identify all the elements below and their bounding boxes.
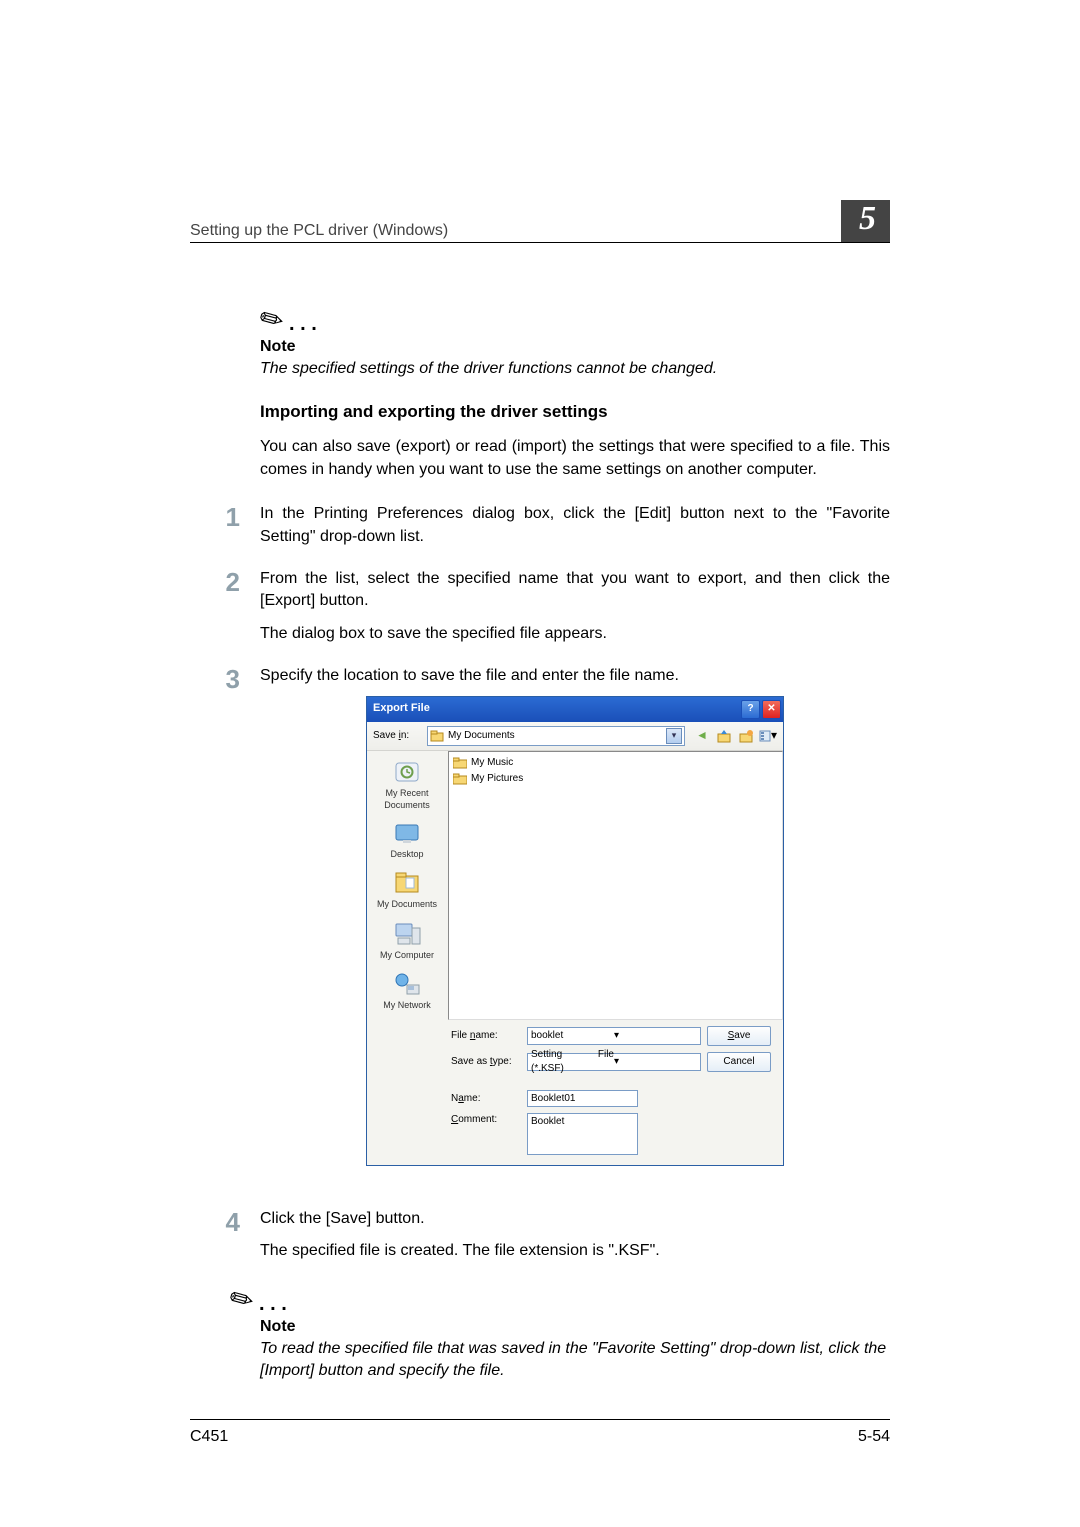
- list-item[interactable]: My Pictures: [453, 772, 778, 786]
- note-label: Note: [260, 338, 890, 356]
- file-list[interactable]: My Music My Pictures: [448, 751, 783, 1021]
- section-heading: Importing and exporting the driver setti…: [260, 402, 890, 422]
- note-icon: ✎ . . .: [260, 303, 890, 336]
- step-number: 4: [190, 1208, 240, 1263]
- savetype-label: Save as type:: [451, 1055, 521, 1069]
- page-header: Setting up the PCL driver (Windows) 5: [190, 200, 890, 243]
- cancel-button[interactable]: Cancel: [707, 1052, 771, 1072]
- new-folder-icon[interactable]: [737, 727, 755, 745]
- place-mynetwork[interactable]: My Network: [383, 969, 431, 1014]
- chevron-down-icon: ▾: [666, 728, 682, 744]
- mynetwork-icon: [392, 971, 422, 997]
- filename-input[interactable]: booklet ▾: [527, 1027, 701, 1045]
- comment-label: Comment:: [451, 1113, 521, 1127]
- note-icon: ✎ . . .: [230, 1283, 890, 1316]
- filename-value: booklet: [531, 1029, 614, 1043]
- place-label: Desktop: [390, 848, 423, 861]
- mydocuments-icon: [392, 870, 422, 896]
- comment-input[interactable]: [527, 1113, 638, 1155]
- header-title: Setting up the PCL driver (Windows): [190, 222, 448, 240]
- section-intro: You can also save (export) or read (impo…: [260, 436, 890, 481]
- folder-icon: [453, 773, 467, 785]
- chevron-down-icon: ▾: [614, 1055, 697, 1069]
- views-icon[interactable]: ▾: [759, 727, 777, 745]
- name-field-label: Name:: [451, 1092, 521, 1106]
- save-in-label: Save in:: [373, 729, 421, 743]
- places-bar: My Recent Documents Desktop My Documents: [367, 751, 448, 1021]
- filename-label: File name:: [451, 1029, 521, 1043]
- step-text: Specify the location to save the file an…: [260, 665, 890, 687]
- step-text: From the list, select the specified name…: [260, 568, 890, 613]
- place-label: My Recent Documents: [367, 787, 447, 812]
- name-input[interactable]: [527, 1090, 638, 1107]
- step-number: 2: [190, 568, 240, 645]
- place-recent[interactable]: My Recent Documents: [367, 757, 447, 814]
- chevron-down-icon: ▾: [614, 1029, 697, 1043]
- mycomputer-icon: [392, 921, 422, 947]
- place-label: My Computer: [380, 949, 434, 962]
- folder-icon: [430, 729, 444, 743]
- list-item-label: My Pictures: [471, 772, 523, 786]
- page-footer: C451 5-54: [190, 1419, 890, 1446]
- step-subtext: The dialog box to save the specified fil…: [260, 623, 890, 645]
- step-1: 1 In the Printing Preferences dialog box…: [190, 503, 890, 548]
- save-button[interactable]: Save: [707, 1026, 771, 1046]
- step-subtext: The specified file is created. The file …: [260, 1240, 890, 1262]
- step-3: 3 Specify the location to save the file …: [190, 665, 890, 1188]
- place-desktop[interactable]: Desktop: [390, 820, 423, 863]
- list-item-label: My Music: [471, 756, 513, 770]
- back-icon[interactable]: ◄: [693, 727, 711, 745]
- dialog-form: File name: booklet ▾ Save Save as type: …: [367, 1020, 783, 1165]
- place-mycomputer[interactable]: My Computer: [380, 919, 434, 964]
- step-4: 4 Click the [Save] button. The specified…: [190, 1208, 890, 1263]
- note-label: Note: [260, 1318, 890, 1336]
- place-label: My Documents: [377, 898, 437, 911]
- footer-left: C451: [190, 1428, 228, 1446]
- save-in-value: My Documents: [448, 729, 662, 743]
- footer-right: 5-54: [858, 1428, 890, 1446]
- dialog-toolbar: Save in: My Documents ▾ ◄ ▾: [367, 722, 783, 751]
- note-text: The specified settings of the driver fun…: [260, 358, 890, 380]
- step-2: 2 From the list, select the specified na…: [190, 568, 890, 645]
- step-number: 3: [190, 665, 240, 1188]
- dialog-title: Export File: [373, 701, 739, 716]
- place-mydocs[interactable]: My Documents: [377, 868, 437, 913]
- step-number: 1: [190, 503, 240, 548]
- help-icon[interactable]: ?: [741, 700, 760, 719]
- step-text: Click the [Save] button.: [260, 1208, 890, 1230]
- export-file-dialog: Export File ? ✕ Save in: My Documents ▾ …: [366, 696, 784, 1167]
- savetype-value: Setting File (*.KSF): [531, 1048, 614, 1076]
- note-block-1: ✎ . . . Note The specified settings of t…: [260, 303, 890, 380]
- note-text: To read the specified file that was save…: [260, 1338, 890, 1383]
- place-label: My Network: [383, 999, 431, 1012]
- chapter-number: 5: [841, 200, 890, 242]
- up-icon[interactable]: [715, 727, 733, 745]
- recent-icon: [392, 759, 422, 785]
- step-text: In the Printing Preferences dialog box, …: [260, 503, 890, 548]
- desktop-icon: [392, 822, 422, 846]
- folder-icon: [453, 757, 467, 769]
- list-item[interactable]: My Music: [453, 756, 778, 770]
- save-in-combo[interactable]: My Documents ▾: [427, 726, 685, 746]
- dialog-titlebar: Export File ? ✕: [367, 697, 783, 722]
- note-block-2: ✎ . . . Note To read the specified file …: [230, 1283, 890, 1383]
- close-icon[interactable]: ✕: [762, 700, 781, 719]
- savetype-combo[interactable]: Setting File (*.KSF) ▾: [527, 1053, 701, 1071]
